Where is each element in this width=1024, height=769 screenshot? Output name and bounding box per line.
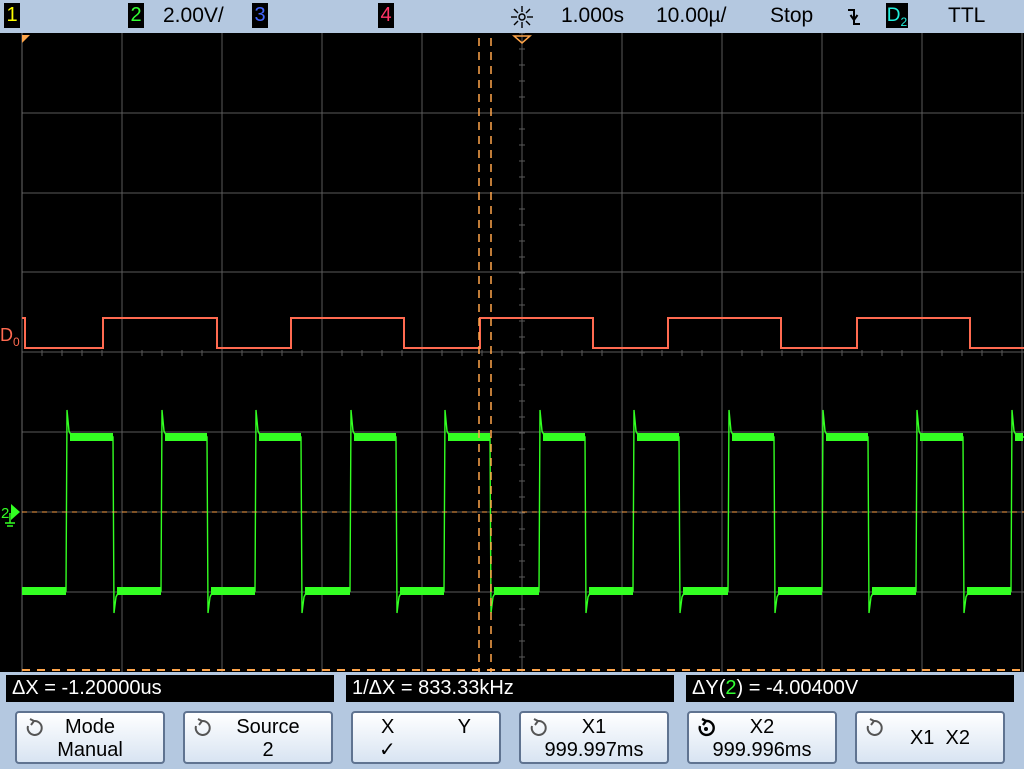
- ch2-noise-band: [872, 587, 916, 595]
- falling-edge-icon: [846, 6, 862, 28]
- trigger-source-letter: D: [886, 5, 901, 26]
- channel-3-indicator[interactable]: 3: [252, 3, 268, 28]
- channel-2-label: 2: [130, 4, 142, 26]
- ch2-noise-band: [165, 433, 207, 441]
- ch2-noise-band: [683, 587, 728, 595]
- ch2-noise-band: [637, 433, 679, 441]
- softkey-bar: Mode Manual Source 2 X Y ✓ X1 999.997ms …: [0, 707, 1024, 769]
- ch2-noise-band: [305, 587, 350, 595]
- ch2-noise-band: [494, 587, 539, 595]
- status-bar: 1 2 2.00V/ 3 4 1.000s 10.00µ/ Stop D2 TT…: [0, 0, 1024, 33]
- x1-x2-label: X1 X2: [909, 727, 971, 749]
- ch2-noise-band: [920, 433, 963, 441]
- channel-2-indicator[interactable]: 2: [128, 3, 144, 28]
- ch2-noise-band: [589, 587, 633, 595]
- x-option-label: X: [381, 716, 395, 738]
- delta-y-readout: ΔY(2) = -4.00400V: [686, 675, 1014, 702]
- ch2-noise-band: [826, 433, 868, 441]
- channel-4-label: 4: [380, 4, 392, 26]
- ch2-noise-band: [211, 587, 255, 595]
- ch2-noise-band: [400, 587, 444, 595]
- x1-value: 999.997ms: [544, 739, 644, 761]
- x1-softkey[interactable]: X1 999.997ms: [519, 711, 669, 764]
- channel-1-indicator[interactable]: 1: [4, 3, 20, 28]
- ch2-noise-band: [70, 433, 113, 441]
- delta-x-readout: ΔX = -1.20000us: [6, 675, 334, 702]
- ch2-noise-band: [967, 587, 1011, 595]
- source-softkey[interactable]: Source 2: [183, 711, 333, 764]
- ch2-noise-band: [732, 433, 774, 441]
- channel-3-label: 3: [254, 4, 266, 26]
- x1-x2-softkey[interactable]: X1 X2: [855, 711, 1005, 764]
- source-value: 2: [262, 739, 274, 761]
- mode-value: Manual: [57, 739, 123, 761]
- ch2-noise-band: [354, 433, 396, 441]
- run-state[interactable]: Stop: [770, 3, 813, 28]
- trigger-position-icon: [510, 5, 534, 29]
- ch2-noise-band: [1015, 433, 1023, 441]
- mode-label: Mode: [64, 716, 116, 738]
- ch2-noise-band: [778, 587, 822, 595]
- ch2-noise-band: [543, 433, 585, 441]
- mode-softkey[interactable]: Mode Manual: [15, 711, 165, 764]
- ch2-noise-band: [22, 587, 66, 595]
- y-option-label: Y: [457, 716, 471, 738]
- channel-1-label: 1: [6, 4, 18, 26]
- inverse-delta-x-readout: 1/ΔX = 833.33kHz: [346, 675, 674, 702]
- delta-y-channel: 2: [725, 677, 737, 699]
- trigger-source-index: 2: [900, 14, 908, 29]
- trigger-source-indicator[interactable]: D2: [886, 3, 908, 28]
- xy-softkey[interactable]: X Y ✓: [351, 711, 501, 764]
- x-selected-check-icon: ✓: [379, 739, 396, 761]
- cursor-readout-bar: ΔX = -1.20000us 1/ΔX = 833.33kHz ΔY(2) =…: [0, 672, 1024, 707]
- delta-y-value: ) = -4.00400V: [736, 677, 859, 699]
- channel-2-scale: 2.00V/: [163, 4, 224, 27]
- x2-softkey[interactable]: X2 999.996ms: [687, 711, 837, 764]
- delta-y-prefix: ΔY(: [692, 677, 726, 699]
- ch2-noise-band: [448, 433, 490, 441]
- waveform-display[interactable]: D0 2: [0, 33, 1024, 672]
- source-label: Source: [236, 716, 300, 738]
- logic-threshold: TTL: [948, 4, 986, 27]
- x2-value: 999.996ms: [712, 739, 812, 761]
- ch2-noise-band: [117, 587, 161, 595]
- graticule: D0 2: [0, 33, 1024, 672]
- ch2-noise-band: [259, 433, 301, 441]
- time-scale: 10.00µ/: [656, 4, 727, 27]
- channel-4-indicator[interactable]: 4: [378, 3, 394, 28]
- x1-label: X1: [581, 716, 607, 738]
- time-delay: 1.000s: [561, 4, 625, 27]
- channel-2-marker-label: 2: [1, 505, 9, 522]
- x2-label: X2: [749, 716, 775, 738]
